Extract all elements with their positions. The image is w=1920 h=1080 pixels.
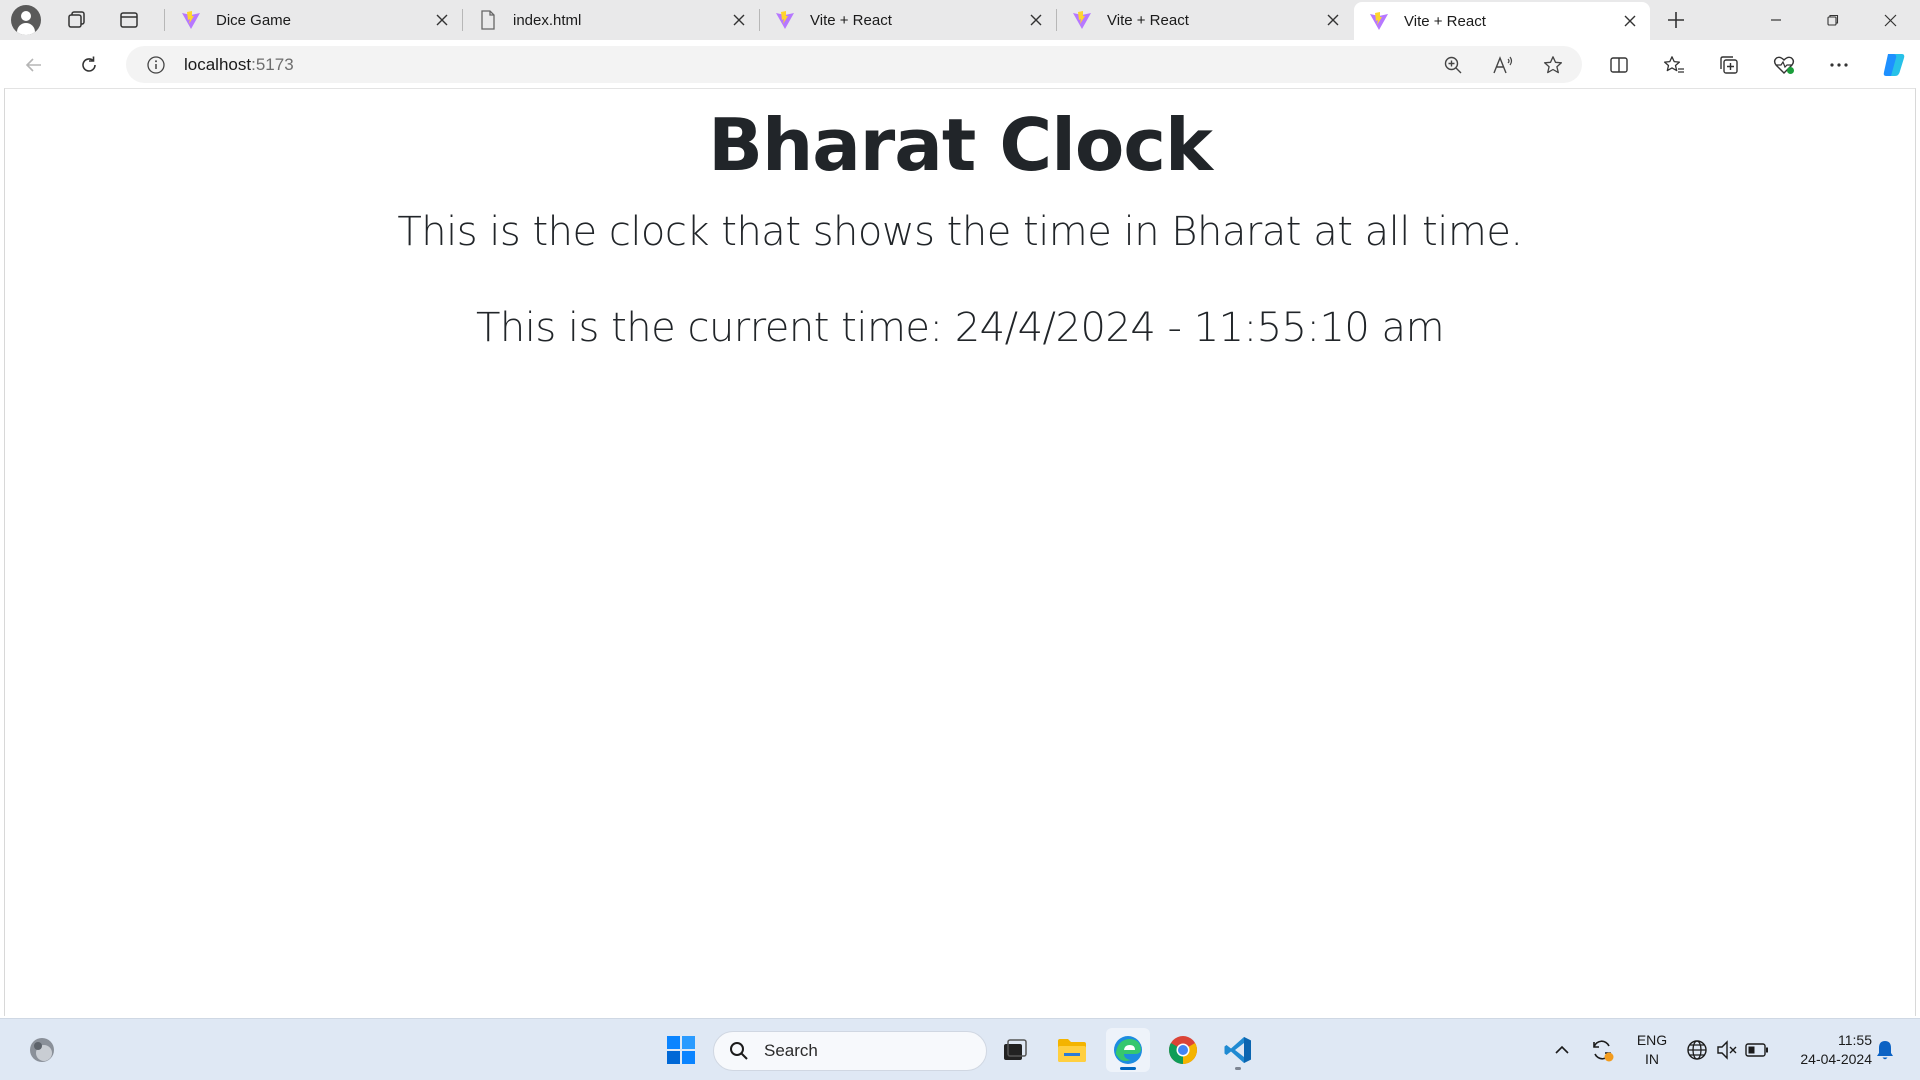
new-tab-button[interactable] — [1660, 4, 1692, 36]
page-title: Bharat Clock — [708, 103, 1213, 187]
battery-icon[interactable] — [1744, 1037, 1770, 1063]
show-hidden-icons-button[interactable] — [1549, 1037, 1575, 1063]
minimize-button[interactable] — [1748, 0, 1804, 40]
close-tab-icon[interactable] — [430, 8, 454, 32]
favorites-button[interactable] — [1657, 48, 1691, 82]
clock-time: 11:55 — [1838, 1032, 1872, 1048]
zoom-icon[interactable] — [1436, 48, 1470, 82]
tab-title: Vite + React — [1107, 11, 1189, 29]
refresh-button[interactable] — [72, 48, 106, 82]
url-text: localhost:5173 — [184, 55, 294, 75]
tab-dice-game[interactable]: Dice Game — [166, 0, 462, 40]
tab-index-html[interactable]: index.html — [463, 0, 759, 40]
file-icon — [477, 9, 499, 31]
search-placeholder: Search — [764, 1041, 818, 1060]
language-code: ENG — [1636, 1032, 1668, 1048]
more-dots-icon — [1830, 63, 1848, 67]
tab-title: Dice Game — [216, 11, 292, 29]
split-screen-button[interactable] — [1602, 48, 1636, 82]
vite-icon — [180, 9, 202, 31]
split-screen-icon — [1610, 57, 1628, 73]
plus-icon — [1668, 12, 1684, 28]
site-info-icon[interactable] — [136, 46, 176, 83]
vscode-icon — [1224, 1037, 1251, 1063]
clock-date: 24-04-2024 — [1800, 1051, 1872, 1067]
tab-vite-react-active[interactable]: Vite + React — [1354, 2, 1650, 40]
refresh-icon — [82, 56, 96, 72]
edge-browser-icon — [1114, 1036, 1142, 1064]
windows-start-icon — [667, 1036, 695, 1064]
workspaces-button[interactable] — [61, 4, 93, 36]
chevron-up-icon — [1555, 1045, 1569, 1054]
page-subtitle: This is the clock that shows the time in… — [397, 209, 1523, 255]
minimize-icon — [1771, 19, 1781, 21]
browser-essentials-button[interactable] — [1767, 48, 1801, 82]
restore-icon — [1827, 14, 1839, 26]
chrome-taskbar-button[interactable] — [1161, 1028, 1205, 1072]
vite-icon — [1368, 10, 1390, 32]
active-app-indicator — [1120, 1067, 1136, 1070]
screen: Dice Game index.html Vite + React Vite +… — [0, 0, 1920, 1080]
taskbar-clock[interactable]: 11:55 24-04-2024 — [1782, 1031, 1872, 1069]
network-globe-icon[interactable] — [1684, 1037, 1710, 1063]
copilot-button[interactable] — [1877, 48, 1911, 82]
volume-muted-icon[interactable] — [1714, 1037, 1740, 1063]
task-view-icon — [1004, 1039, 1027, 1060]
collections-button[interactable] — [1712, 48, 1746, 82]
folder-icon — [1058, 1039, 1086, 1062]
page-viewport: Bharat Clock This is the clock that show… — [4, 88, 1916, 1016]
taskbar-search-box[interactable]: Search — [713, 1031, 987, 1071]
current-time-text: This is the current time: 24/4/2024 - 11… — [475, 305, 1445, 351]
vite-icon — [774, 9, 796, 31]
tab-vite-react-1[interactable]: Vite + React — [760, 0, 1056, 40]
sync-status-icon[interactable] — [1589, 1037, 1615, 1063]
read-aloud-icon[interactable] — [1486, 48, 1520, 82]
profile-button[interactable] — [10, 4, 42, 36]
restore-button[interactable] — [1805, 0, 1861, 40]
back-arrow-icon — [25, 58, 41, 72]
search-icon — [728, 1040, 750, 1062]
file-explorer-button[interactable] — [1050, 1028, 1094, 1072]
tab-vite-react-2[interactable]: Vite + React — [1057, 0, 1353, 40]
url-port: :5173 — [251, 54, 294, 74]
browser-toolbar: localhost:5173 — [0, 40, 1920, 88]
copilot-icon — [1883, 54, 1905, 76]
weather-widget-icon — [30, 1038, 54, 1062]
input-language-indicator[interactable]: ENG IN — [1632, 1031, 1672, 1069]
running-app-indicator — [1235, 1067, 1241, 1070]
vertical-tabs-icon — [120, 12, 138, 28]
tab-strip: Dice Game index.html Vite + React Vite +… — [0, 0, 1920, 40]
tab-title: Vite + React — [1404, 12, 1486, 30]
profile-avatar-icon — [11, 5, 41, 35]
close-icon — [1884, 14, 1896, 26]
back-button[interactable] — [17, 48, 51, 82]
close-tab-icon[interactable] — [1618, 9, 1642, 33]
taskbar: Search ENG IN 11:55 24-04-2024 — [0, 1018, 1920, 1080]
url-host: localhost — [184, 54, 252, 74]
tab-actions-button[interactable] — [113, 4, 145, 36]
favorite-star-icon[interactable] — [1536, 48, 1570, 82]
close-tab-icon[interactable] — [1321, 8, 1345, 32]
tab-title: index.html — [513, 11, 582, 29]
language-region: IN — [1645, 1051, 1659, 1067]
chrome-icon — [1169, 1036, 1197, 1064]
settings-more-button[interactable] — [1822, 48, 1856, 82]
favorites-icon — [1663, 56, 1684, 73]
heart-pulse-icon — [1773, 56, 1795, 74]
close-tab-icon[interactable] — [727, 8, 751, 32]
start-button[interactable] — [659, 1028, 703, 1072]
vscode-taskbar-button[interactable] — [1216, 1028, 1260, 1072]
task-view-button[interactable] — [993, 1028, 1037, 1072]
collections-icon — [1720, 56, 1738, 74]
workspaces-icon — [68, 11, 85, 28]
close-tab-icon[interactable] — [1024, 8, 1048, 32]
close-window-button[interactable] — [1862, 0, 1918, 40]
address-bar[interactable]: localhost:5173 — [126, 46, 1582, 83]
widgets-button[interactable] — [20, 1028, 64, 1072]
notification-bell-icon[interactable] — [1872, 1037, 1898, 1063]
vite-icon — [1071, 9, 1093, 31]
tab-title: Vite + React — [810, 11, 892, 29]
edge-taskbar-button[interactable] — [1106, 1028, 1150, 1072]
